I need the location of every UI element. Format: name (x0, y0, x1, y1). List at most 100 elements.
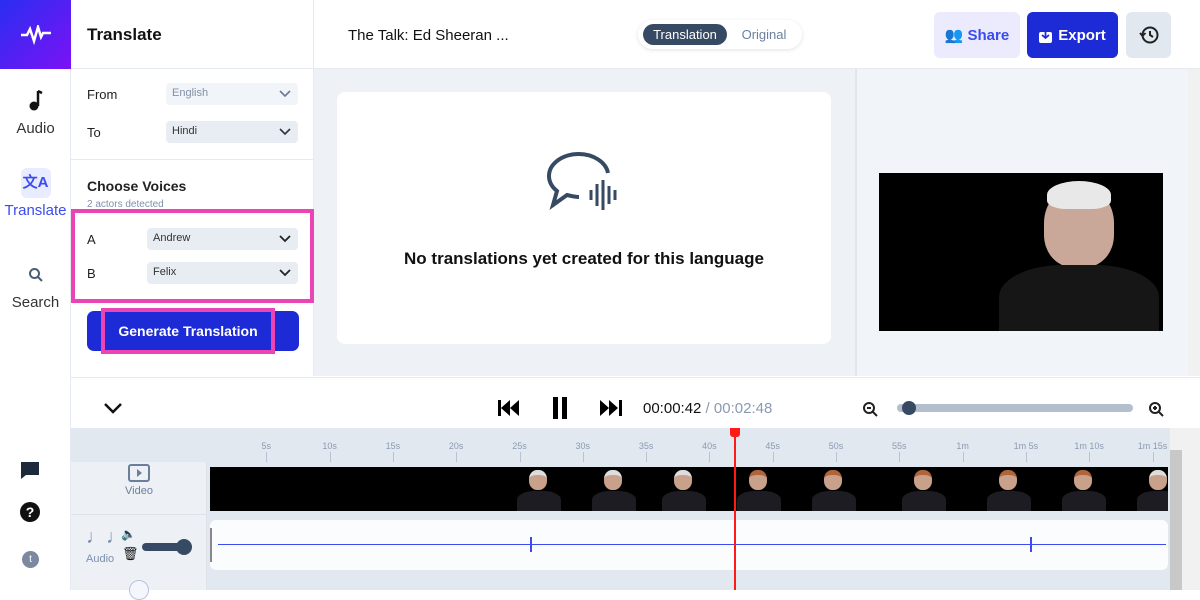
speech-waveform-icon (546, 152, 617, 210)
tick-label: 10s (322, 441, 337, 451)
rail-item-translate[interactable]: 文A Translate (0, 168, 71, 219)
search-icon (0, 262, 71, 288)
tick-label: 40s (702, 441, 717, 451)
empty-state-card: No translations yet created for this lan… (337, 92, 831, 344)
video-thumbnail (590, 467, 640, 511)
export-button[interactable]: Export (1027, 12, 1118, 58)
voice-value: Felix (153, 266, 177, 278)
tick-mark (899, 452, 901, 462)
player-bar: 00:00:42 / 00:02:48 (71, 377, 1200, 428)
voice-value: Andrew (153, 232, 191, 244)
video-preview[interactable] (879, 173, 1163, 331)
video-thumbnail (1135, 467, 1168, 511)
actor-a-label: A (87, 232, 96, 247)
tick-label: 35s (638, 441, 654, 451)
total-time: 00:02:48 (713, 400, 773, 417)
skip-forward-icon[interactable] (600, 400, 622, 416)
volume-handle[interactable] (176, 539, 192, 555)
from-label: From (87, 87, 118, 102)
video-thumbnail (900, 467, 950, 511)
tick-mark (1152, 452, 1154, 462)
tab-original[interactable]: Original (734, 24, 794, 45)
to-value: Hindi (172, 125, 198, 137)
video-thumbnail (985, 467, 1035, 511)
audio-notes-icon: ♩♩ (86, 526, 126, 548)
to-label: To (87, 125, 101, 140)
download-icon (1039, 27, 1053, 43)
view-toggle: Translation Original (638, 20, 802, 49)
video-thumbnail (660, 467, 710, 511)
tick-mark (519, 452, 521, 462)
audio-track-label: Audio (86, 553, 115, 565)
rail-label: Audio (16, 120, 55, 137)
current-time: 00:00:42 (643, 400, 702, 417)
tick-label: 25s (512, 441, 527, 451)
tick-mark (456, 452, 458, 462)
collapse-chevron-icon[interactable] (103, 401, 123, 415)
rail-item-audio[interactable]: Audio (0, 88, 71, 137)
playhead-handle[interactable] (729, 428, 740, 437)
tick-label: 1m 10s (1074, 441, 1104, 451)
history-button[interactable] (1126, 12, 1171, 58)
video-thumbnail (515, 467, 565, 511)
timeline-scrollbar[interactable] (1170, 428, 1200, 590)
translate-panel: Translate From English To Hindi Choose V… (71, 0, 314, 376)
zoom-slider[interactable] (897, 401, 1133, 415)
zoom-out-icon[interactable] (862, 401, 878, 417)
main-scrollbar[interactable] (1188, 69, 1200, 376)
tick-mark (836, 452, 837, 462)
actor-b-voice-select[interactable]: Felix (147, 262, 298, 284)
app-logo[interactable] (0, 0, 71, 69)
tick-mark (962, 452, 964, 462)
playhead[interactable] (729, 428, 740, 590)
volume-icon[interactable]: 🔈 (121, 527, 136, 541)
help-icon[interactable]: ? (20, 502, 40, 522)
share-label: Share (967, 26, 1010, 44)
to-language-select[interactable]: Hindi (166, 121, 298, 143)
video-track-label: Video (71, 464, 207, 497)
tick-label: 50s (828, 441, 844, 451)
zoom-slider-handle[interactable] (902, 401, 917, 415)
chat-icon[interactable] (20, 461, 40, 486)
chevron-down-icon (279, 269, 291, 277)
chevron-down-icon (279, 90, 291, 98)
volume-slider[interactable] (142, 539, 192, 555)
skip-back-icon[interactable] (498, 400, 520, 416)
tick-mark (1089, 452, 1091, 462)
rail-item-search[interactable]: Search (0, 262, 71, 311)
empty-message: No translations yet created for this lan… (404, 249, 764, 268)
tick-label: 55s (892, 441, 907, 451)
pause-icon[interactable] (552, 397, 568, 419)
top-bar: The Talk: Ed Sheeran ... Translation Ori… (314, 0, 1200, 69)
tab-translation[interactable]: Translation (643, 24, 727, 45)
chevron-down-icon (279, 128, 291, 136)
tick-mark (329, 452, 331, 462)
history-icon (1138, 26, 1158, 44)
add-track-button[interactable] (129, 580, 149, 600)
time-ruler[interactable]: 5s 10s 15s 20s 25s 30s 35s 40s 45s 50s 55s 1m 1m 5s 1… (208, 428, 1188, 462)
from-language-select[interactable]: English (166, 83, 298, 105)
choose-voices-heading: Choose Voices (87, 178, 187, 194)
tick-label: 1m (956, 441, 969, 451)
actor-a-voice-select[interactable]: Andrew (147, 228, 298, 250)
rail-label: Translate (4, 202, 67, 219)
from-value: English (172, 87, 209, 99)
audio-track[interactable] (210, 520, 1168, 570)
tick-label: 20s (448, 441, 464, 451)
video-thumbnail (810, 467, 860, 511)
chevron-down-icon (279, 235, 291, 243)
tick-label: 5s (261, 441, 272, 451)
avatar[interactable]: t (22, 551, 39, 568)
project-title: The Talk: Ed Sheeran ... (348, 27, 509, 44)
tick-label: 15s (385, 441, 401, 451)
tick-label: 30s (575, 441, 591, 451)
generate-translation-button[interactable]: Generate Translation (101, 308, 275, 354)
tick-mark (392, 452, 394, 462)
timeline: 5s 10s 15s 20s 25s 30s 35s 40s 45s 50s 55s 1m 1m 5s 1… (71, 428, 1188, 600)
left-rail: Audio 文A Translate Search ? t (0, 0, 71, 590)
video-track[interactable] (210, 467, 1168, 511)
zoom-in-icon[interactable] (1148, 401, 1164, 417)
trash-icon[interactable]: 🗑 (122, 546, 139, 562)
share-button[interactable]: 👥 Share (934, 12, 1020, 58)
rail-label: Search (11, 294, 60, 311)
